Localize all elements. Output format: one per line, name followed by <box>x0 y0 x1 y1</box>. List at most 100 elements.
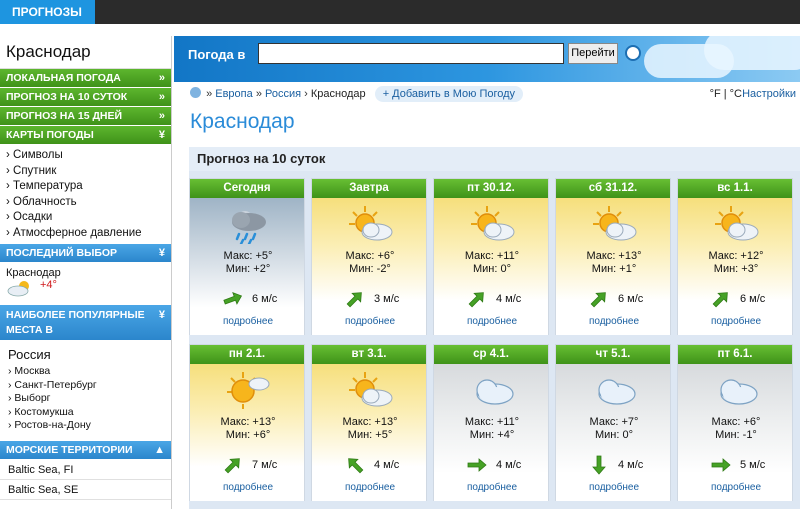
link-kostomuksha[interactable]: › Костомукша <box>0 406 171 420</box>
sidebar-item-label: КАРТЫ ПОГОДЫ <box>6 129 94 141</box>
section-popular-places[interactable]: НАИБОЛЕЕ ПОПУЛЯРНЫЕ МЕСТА В ¥ <box>0 305 171 341</box>
sidebar-item-weather-maps[interactable]: КАРТЫ ПОГОДЫ ¥ <box>0 126 171 145</box>
sun-cloud-icon <box>471 206 515 241</box>
max-temp: Макс: +6° <box>345 250 395 262</box>
sun-cloud-icon <box>715 206 759 241</box>
wind-speed: 4 м/с <box>496 459 522 471</box>
forecast-day-card[interactable]: пт 30.12. Макс: +11° Мин: 0° 4 м/с подробнее <box>433 178 549 335</box>
sidebar-item-label: ПРОГНОЗ НА 15 ДНЕЙ <box>6 110 123 122</box>
breadcrumb-europe[interactable]: Европа <box>215 88 253 100</box>
min-temp: Мин: +3° <box>713 263 759 275</box>
link-saint-petersburg[interactable]: › Санкт-Петербург <box>0 379 171 393</box>
breadcrumb-russia[interactable]: Россия <box>265 88 301 100</box>
details-link[interactable]: подробнее <box>678 316 794 327</box>
forecast-day-card[interactable]: Сегодня Макс: +5° Мин: +2° 6 м/с подробнее <box>189 178 305 335</box>
wind-arrow-icon <box>590 292 606 308</box>
min-temp: Мин: +4° <box>469 429 515 441</box>
sailboat-icon: ▲ <box>154 443 165 456</box>
day-label: чт 5.1. <box>556 345 670 364</box>
wind-speed: 5 м/с <box>740 459 766 471</box>
sidebar-item-10-day[interactable]: ПРОГНОЗ НА 10 СУТОК » <box>0 88 171 107</box>
chevron-right-icon: » <box>158 72 165 84</box>
min-temp: Мин: +6° <box>225 429 271 441</box>
wind-arrow-icon <box>711 458 731 472</box>
forecast-day-card[interactable]: вт 3.1. Макс: +13° Мин: +5° 4 м/с подробнее <box>311 344 427 501</box>
sea-item[interactable]: Baltic Sea, SE <box>0 480 171 500</box>
link-rostov[interactable]: › Ростов-на-Дону <box>0 419 171 433</box>
sidebar-city-title: Краснодар <box>0 36 171 69</box>
forecast-day-card[interactable]: чт 5.1. Макс: +7° Мин: 0° 4 м/с подробнее <box>555 344 671 501</box>
tab-forecasts[interactable]: ПРОГНОЗЫ <box>0 0 95 24</box>
globe-icon[interactable] <box>625 45 641 61</box>
forecast-day-card[interactable]: сб 31.12. Макс: +13° Мин: +1° 6 м/с подробне… <box>555 178 671 335</box>
day-body: Макс: +11° Мин: 0° 4 м/с подробнее <box>434 198 548 335</box>
link-symbols[interactable]: › Символы <box>6 148 171 164</box>
link-temperature[interactable]: › Температура <box>6 179 171 195</box>
cloud-icon <box>720 379 758 405</box>
sun-cloud-icon <box>349 206 393 241</box>
link-precipitation[interactable]: › Осадки <box>6 210 171 226</box>
sun-cloud-icon <box>593 206 637 241</box>
last-city-weather: +4° <box>0 279 171 299</box>
forecast-day-card[interactable]: вс 1.1. Макс: +12° Мин: +3° 6 м/с подробнее <box>677 178 793 335</box>
forecast-day-card[interactable]: пн 2.1. Макс: +13° Мин: +6° 7 м/с подробнее <box>189 344 305 501</box>
link-cloudiness[interactable]: › Облачность <box>6 195 171 211</box>
sidebar-item-15-day[interactable]: ПРОГНОЗ НА 15 ДНЕЙ » <box>0 107 171 126</box>
add-to-my-weather-button[interactable]: + Добавить в Мою Погоду <box>374 86 524 102</box>
sidebar-item-local-weather[interactable]: ЛОКАЛЬНАЯ ПОГОДА » <box>0 69 171 88</box>
link-pressure[interactable]: › Атмосферное давление <box>6 226 171 242</box>
day-body: Макс: +5° Мин: +2° 6 м/с подробнее <box>190 198 304 335</box>
forecast-day-card[interactable]: ср 4.1. Макс: +11° Мин: +4° 4 м/с подробнее <box>433 344 549 501</box>
min-temp: Мин: +1° <box>591 263 637 275</box>
wind-arrow-icon <box>468 292 484 308</box>
wind-info: 6 м/с <box>710 289 770 309</box>
units-toggle[interactable]: °F | °C <box>710 84 742 104</box>
breadcrumb-separator: » <box>255 88 262 100</box>
link-moscow[interactable]: › Москва <box>0 365 171 379</box>
sun-cloud-icon <box>7 281 29 297</box>
details-link[interactable]: подробнее <box>434 482 550 493</box>
wind-info: 6 м/с <box>588 289 648 309</box>
details-link[interactable]: подробнее <box>556 482 672 493</box>
details-link[interactable]: подробнее <box>312 316 428 327</box>
popular-links: › Москва › Санкт-Петербург › Выборг › Ко… <box>0 365 171 433</box>
min-temp: Мин: -1° <box>715 429 757 441</box>
wind-info: 6 м/с <box>222 289 282 309</box>
min-temp: Мин: +2° <box>225 263 271 275</box>
details-link[interactable]: подробнее <box>434 316 550 327</box>
settings-link[interactable]: Настройки <box>742 84 796 104</box>
last-city[interactable]: Краснодар <box>0 263 171 279</box>
wind-info: 7 м/с <box>222 455 282 475</box>
details-link[interactable]: подробнее <box>678 482 794 493</box>
globe-icon <box>190 87 201 98</box>
section-sea-territories[interactable]: МОРСКИЕ ТЕРРИТОРИИ ▲ <box>0 440 171 460</box>
sea-item[interactable]: Baltic Sea, FI <box>0 460 171 480</box>
day-body: Макс: +12° Мин: +3° 6 м/с подробнее <box>678 198 792 335</box>
forecast-day-card[interactable]: пт 6.1. Макс: +6° Мин: -1° 5 м/с подробнее <box>677 344 793 501</box>
day-label: пн 2.1. <box>190 345 304 364</box>
search-header: Погода в Перейти <box>174 36 800 82</box>
max-temp: Макс: +7° <box>589 416 639 428</box>
section-label: ПОСЛЕДНИЙ ВЫБОР <box>6 247 118 259</box>
wind-arrow-icon <box>592 455 606 475</box>
min-temp: Мин: 0° <box>594 429 633 441</box>
map-links: › Символы › Спутник › Температура › Обла… <box>0 145 171 244</box>
sidebar: Краснодар ЛОКАЛЬНАЯ ПОГОДА » ПРОГНОЗ НА 1… <box>0 36 172 509</box>
go-button[interactable]: Перейти <box>568 43 618 64</box>
wind-arrow-icon <box>224 458 240 474</box>
forecast-day-card[interactable]: Завтра Макс: +6° Мин: -2° 3 м/с подробнее <box>311 178 427 335</box>
search-input[interactable] <box>258 43 564 64</box>
link-satellite[interactable]: › Спутник <box>6 164 171 180</box>
section-last-choice[interactable]: ПОСЛЕДНИЙ ВЫБОР ¥ <box>0 244 171 263</box>
details-link[interactable]: подробнее <box>556 316 672 327</box>
max-temp: Макс: +12° <box>708 250 764 262</box>
details-link[interactable]: подробнее <box>312 482 428 493</box>
max-temp: Макс: +5° <box>223 250 273 262</box>
wind-arrow-icon <box>712 292 728 308</box>
link-vyborg[interactable]: › Выборг <box>0 392 171 406</box>
details-link[interactable]: подробнее <box>190 316 306 327</box>
wind-info: 4 м/с <box>466 455 526 475</box>
wind-speed: 6 м/с <box>618 293 644 305</box>
cloud-icon <box>476 379 514 405</box>
details-link[interactable]: подробнее <box>190 482 306 493</box>
